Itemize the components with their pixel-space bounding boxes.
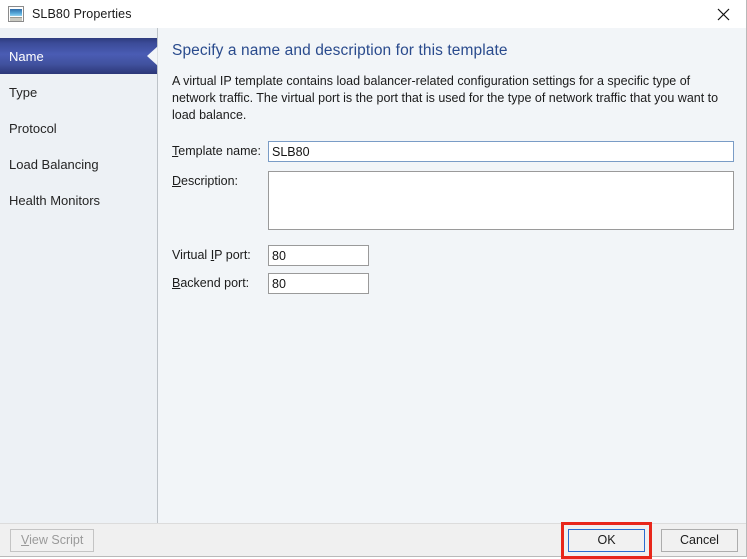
window-title: SLB80 Properties — [32, 7, 132, 21]
template-name-label: Template name: — [172, 141, 268, 158]
footer-actions: OK Cancel — [561, 522, 738, 559]
virtual-ip-port-input[interactable] — [268, 245, 369, 266]
close-icon[interactable] — [701, 0, 746, 28]
view-script-button[interactable]: View Script — [10, 528, 95, 552]
sidebar-item-label: Name — [9, 48, 44, 64]
dialog-body: Name Type Protocol Load Balancing Health… — [0, 28, 746, 523]
backend-port-row: Backend port: — [172, 273, 734, 294]
cancel-button[interactable]: Cancel — [661, 529, 738, 552]
sidebar-item-load-balancing[interactable]: Load Balancing — [0, 146, 157, 182]
backend-port-label: Backend port: — [172, 273, 268, 290]
virtual-ip-port-row: Virtual IP port: — [172, 245, 734, 266]
description-accel: D — [172, 174, 182, 188]
sidebar-item-protocol[interactable]: Protocol — [0, 110, 157, 146]
sidebar-item-label: Type — [9, 84, 38, 100]
title-bar: SLB80 Properties — [0, 0, 746, 28]
template-name-label-rest: emplate name: — [178, 144, 261, 158]
sidebar-item-label: Health Monitors — [9, 192, 101, 208]
dialog-footer: View Script OK Cancel — [0, 522, 746, 559]
description-label-rest: escription: — [181, 174, 239, 188]
wizard-sidebar: Name Type Protocol Load Balancing Health… — [0, 28, 161, 523]
view-script-label-rest: iew Script — [29, 532, 84, 547]
sidebar-item-label: Load Balancing — [9, 156, 99, 172]
view-script-accel: V — [21, 532, 30, 547]
main-panel: Specify a name and description for this … — [158, 28, 746, 523]
page-title: Specify a name and description for this … — [172, 42, 508, 59]
virtual-ip-port-label-prefix: Virtual — [172, 248, 211, 262]
backend-port-input[interactable] — [268, 273, 369, 294]
page-description: A virtual IP template contains load bala… — [172, 74, 719, 122]
sidebar-item-name[interactable]: Name — [0, 38, 157, 74]
template-name-input[interactable] — [268, 141, 734, 162]
virtual-ip-port-label-rest: P port: — [214, 248, 251, 262]
backend-port-label-rest: ackend port: — [180, 276, 250, 290]
template-window-icon — [8, 6, 24, 22]
sidebar-item-type[interactable]: Type — [0, 74, 157, 110]
template-name-row: Template name: — [172, 141, 734, 162]
ok-button[interactable]: OK — [568, 529, 645, 552]
description-textarea[interactable] — [268, 171, 734, 230]
sidebar-item-health-monitors[interactable]: Health Monitors — [0, 182, 157, 218]
sidebar-item-label: Protocol — [9, 120, 57, 136]
description-row: Description: — [172, 171, 734, 230]
properties-dialog: SLB80 Properties Name Type Protocol Load… — [0, 0, 747, 559]
description-label: Description: — [172, 171, 268, 188]
virtual-ip-port-label: Virtual IP port: — [172, 245, 268, 262]
ok-button-highlight: OK — [561, 522, 652, 559]
